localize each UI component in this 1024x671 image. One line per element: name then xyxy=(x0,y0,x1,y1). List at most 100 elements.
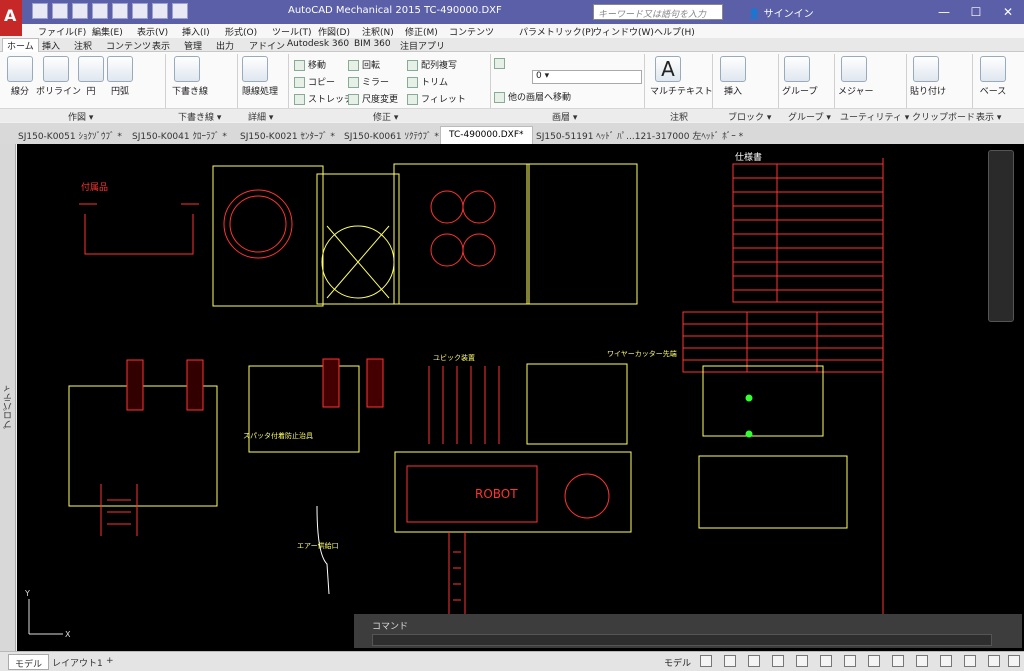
menu-content[interactable]: コンテンツ xyxy=(449,25,494,38)
isolate-icon[interactable] xyxy=(940,655,952,667)
mirror-button[interactable]: ミラー xyxy=(348,75,389,88)
tab-insert[interactable]: 挿入 xyxy=(42,39,60,52)
search-input[interactable]: キーワード又は語句を入力 xyxy=(593,4,723,20)
menu-file[interactable]: ファイル(F) xyxy=(38,25,86,38)
menu-draw[interactable]: 作図(D) xyxy=(318,25,350,38)
workspace-gear-icon[interactable] xyxy=(892,655,904,667)
menu-edit[interactable]: 編集(E) xyxy=(92,25,123,38)
panel-title-layers[interactable]: 画層 ▾ xyxy=(552,110,577,123)
clean-screen-icon[interactable] xyxy=(988,655,1000,667)
move-button[interactable]: 移動 xyxy=(294,58,326,71)
trim-button[interactable]: トリム xyxy=(407,75,448,88)
menu-window[interactable]: ウィンドウ(W) xyxy=(593,25,654,38)
tab-view[interactable]: 表示 xyxy=(152,39,170,52)
menu-tools[interactable]: ツール(T) xyxy=(272,25,312,38)
move-to-layer-button[interactable]: 他の画層へ移動 xyxy=(494,90,571,103)
tab-output[interactable]: 出力 xyxy=(216,39,234,52)
annotation-scale-icon[interactable] xyxy=(868,655,880,667)
grid-icon[interactable] xyxy=(700,655,712,667)
doc-tab[interactable]: SJ150-51191 ﾍｯﾄﾞ ﾊﾟ...121-317000 左ﾍｯﾄﾞ ﾎ… xyxy=(528,126,751,144)
signin-button[interactable]: 👤 サインイン xyxy=(748,5,814,20)
layer-dropdown[interactable]: 0 ▾ xyxy=(532,70,642,84)
menu-modify[interactable]: 修正(M) xyxy=(405,25,438,38)
tab-home[interactable]: ホーム xyxy=(2,38,39,52)
paste-tool[interactable]: 貼り付け xyxy=(910,56,946,97)
panel-title-clipboard[interactable]: クリップボード xyxy=(912,110,975,123)
line-tool[interactable]: 線分 xyxy=(6,56,34,97)
menu-help[interactable]: ヘルプ(H) xyxy=(654,25,695,38)
hidden-line-tool[interactable]: 隠線処理 xyxy=(242,56,278,97)
lineweight-icon[interactable] xyxy=(844,655,856,667)
app-menu-button[interactable]: A xyxy=(0,0,22,36)
circle-tool[interactable]: 円 xyxy=(78,56,104,97)
construction-line-tool[interactable]: 下書き線 xyxy=(172,56,208,97)
fillet-button[interactable]: フィレット xyxy=(407,92,466,105)
navigation-bar[interactable] xyxy=(988,150,1014,322)
panel-title-draw[interactable]: 作図 ▾ xyxy=(68,110,93,123)
redo-icon[interactable] xyxy=(152,3,168,19)
arc-tool[interactable]: 円弧 xyxy=(104,56,136,97)
doc-tab[interactable]: SJ150-K0041 ｸﾛｰﾗﾌﾞ * xyxy=(124,126,235,144)
panel-title-annotation[interactable]: 注釈 xyxy=(670,110,688,123)
workspace-icon[interactable] xyxy=(172,3,188,19)
model-space-label[interactable]: モデル xyxy=(664,656,691,669)
model-tab[interactable]: モデル xyxy=(8,654,50,670)
group-tool[interactable]: グループ xyxy=(782,56,817,97)
panel-title-group[interactable]: グループ ▾ xyxy=(788,110,831,123)
close-button[interactable]: ✕ xyxy=(992,0,1024,24)
tab-autodesk360[interactable]: Autodesk 360 xyxy=(287,39,349,49)
print-icon[interactable] xyxy=(112,3,128,19)
customize-icon[interactable] xyxy=(1008,655,1020,667)
layer-properties-button[interactable] xyxy=(494,58,508,69)
maximize-button[interactable]: ☐ xyxy=(960,0,992,24)
new-icon[interactable] xyxy=(32,3,48,19)
undo-icon[interactable] xyxy=(132,3,148,19)
doc-tab[interactable]: SJ150-K0061 ｿｸﾃｳﾌﾞ * xyxy=(336,126,447,144)
panel-title-modify[interactable]: 修正 ▾ xyxy=(373,110,398,123)
save-as-icon[interactable] xyxy=(92,3,108,19)
tab-bim360[interactable]: BIM 360 xyxy=(354,39,391,49)
polar-icon[interactable] xyxy=(772,655,784,667)
tab-addins[interactable]: アドイン xyxy=(249,39,285,52)
doc-tab-active[interactable]: TC-490000.DXF* xyxy=(440,126,533,144)
base-view-tool[interactable]: ベース xyxy=(978,56,1008,97)
panel-title-detail[interactable]: 詳細 ▾ xyxy=(248,110,273,123)
menu-parametric[interactable]: パラメトリック(P) xyxy=(519,25,594,38)
array-button[interactable]: 配列複写 xyxy=(407,58,457,71)
snap-icon[interactable] xyxy=(724,655,736,667)
mtext-tool[interactable]: A マルチテキスト xyxy=(650,56,713,97)
open-icon[interactable] xyxy=(52,3,68,19)
scale-button[interactable]: 尺度変更 xyxy=(348,92,398,105)
measure-tool[interactable]: メジャー xyxy=(838,56,874,97)
rotate-button[interactable]: 回転 xyxy=(348,58,380,71)
hardware-accel-icon[interactable] xyxy=(964,655,976,667)
tab-content[interactable]: コンテンツ xyxy=(106,39,151,52)
panel-title-block[interactable]: ブロック ▾ xyxy=(728,110,771,123)
add-layout-button[interactable]: + xyxy=(100,654,120,670)
tab-annotate[interactable]: 注釈 xyxy=(74,39,92,52)
tab-manage[interactable]: 管理 xyxy=(184,39,202,52)
otrack-icon[interactable] xyxy=(820,655,832,667)
doc-tab[interactable]: SJ150-K0021 ｾﾝﾀｰﾌﾞ * xyxy=(232,126,343,144)
stretch-button[interactable]: ストレッチ xyxy=(294,92,353,105)
tab-featured-apps[interactable]: 注目アプリ xyxy=(400,39,445,52)
drawing-canvas[interactable]: 付属品 仕様書 ROBOT エアー供給口 ワイヤーカッター先端 ユビック装置 ス… xyxy=(17,144,1024,651)
menu-view[interactable]: 表示(V) xyxy=(137,25,168,38)
panel-title-view[interactable]: 表示 ▾ xyxy=(976,110,1001,123)
properties-palette[interactable]: プロパティ xyxy=(0,144,16,651)
copy-button[interactable]: コピー xyxy=(294,75,335,88)
menu-format[interactable]: 形式(O) xyxy=(225,25,257,38)
panel-title-utility[interactable]: ユーティリティ ▾ xyxy=(840,110,909,123)
insert-block-tool[interactable]: 挿入 xyxy=(718,56,748,97)
save-icon[interactable] xyxy=(72,3,88,19)
command-input[interactable] xyxy=(372,634,992,646)
minimize-button[interactable]: — xyxy=(928,0,960,24)
menu-insert[interactable]: 挿入(I) xyxy=(182,25,210,38)
polyline-tool[interactable]: ポリライン xyxy=(36,56,81,97)
ortho-icon[interactable] xyxy=(748,655,760,667)
doc-tab[interactable]: SJ150-K0051 ｼｮｸｿﾞｳﾌﾞ * xyxy=(10,126,130,144)
menu-annotate[interactable]: 注釈(N) xyxy=(362,25,394,38)
panel-title-construction[interactable]: 下書き線 ▾ xyxy=(178,110,221,123)
osnap-icon[interactable] xyxy=(796,655,808,667)
plus-icon[interactable] xyxy=(916,655,928,667)
